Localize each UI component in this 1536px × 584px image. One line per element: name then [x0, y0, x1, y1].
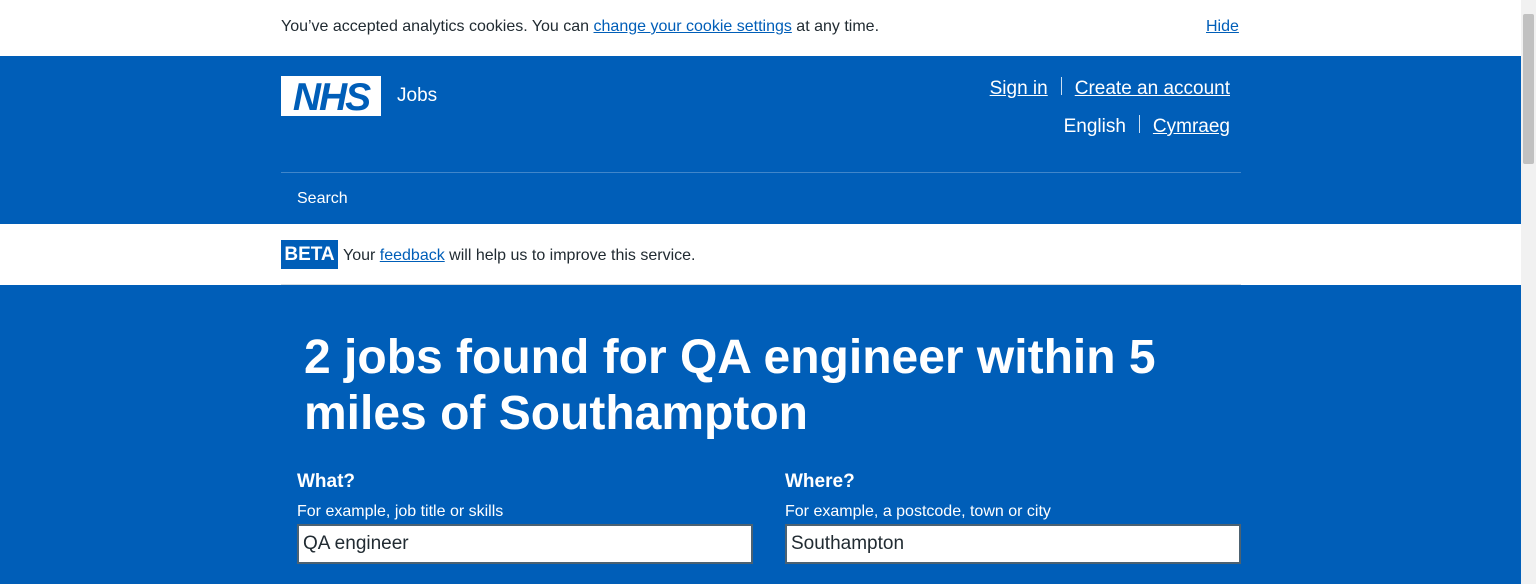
what-label: What?	[297, 471, 356, 492]
where-label: Where?	[785, 471, 855, 492]
create-account-link[interactable]: Create an account	[1075, 77, 1230, 101]
beta-message: Your feedback will help us to improve th…	[343, 246, 695, 266]
language-switcher: English Cymraeg	[1064, 115, 1230, 139]
cookie-text-after: at any time.	[791, 18, 880, 35]
beta-tag: BETA	[281, 240, 338, 269]
account-links: Sign in Create an account	[990, 77, 1230, 101]
separator	[1060, 77, 1062, 95]
beta-text-after: will help us to improve this service.	[444, 247, 696, 264]
beta-banner: BETA Your feedback will help us to impro…	[0, 224, 1521, 285]
service-name[interactable]: Jobs	[397, 85, 437, 107]
cookie-banner: You’ve accepted analytics cookies. You c…	[0, 0, 1521, 56]
cookie-message: You’ve accepted analytics cookies. You c…	[281, 17, 879, 37]
language-current: English	[1063, 116, 1126, 137]
cookie-settings-link[interactable]: change your cookie settings	[594, 18, 792, 35]
language-cymraeg-link[interactable]: Cymraeg	[1153, 115, 1230, 139]
where-input[interactable]	[785, 524, 1241, 564]
feedback-link[interactable]: feedback	[380, 247, 445, 264]
header-divider	[281, 172, 1241, 173]
scrollbar-thumb[interactable]	[1523, 14, 1534, 164]
nhs-logo[interactable]: NHS	[281, 76, 381, 116]
where-hint: For example, a postcode, town or city	[785, 503, 1051, 520]
page-title: 2 jobs found for QA engineer within 5 mi…	[304, 331, 1156, 440]
what-input[interactable]	[297, 524, 753, 564]
beta-text-before: Your	[343, 247, 380, 264]
site-header: NHS Jobs Sign in Create an account Engli…	[0, 56, 1521, 224]
cookie-text-before: You’ve accepted analytics cookies. You c…	[281, 18, 594, 35]
nav-item-search[interactable]: Search	[297, 189, 348, 209]
what-hint: For example, job title or skills	[297, 503, 504, 520]
hide-cookie-banner-link[interactable]: Hide	[1206, 17, 1239, 37]
nhs-logo-text: NHS	[293, 76, 371, 116]
sign-in-link[interactable]: Sign in	[990, 77, 1048, 101]
beta-divider	[281, 284, 1241, 285]
separator	[1138, 115, 1140, 133]
